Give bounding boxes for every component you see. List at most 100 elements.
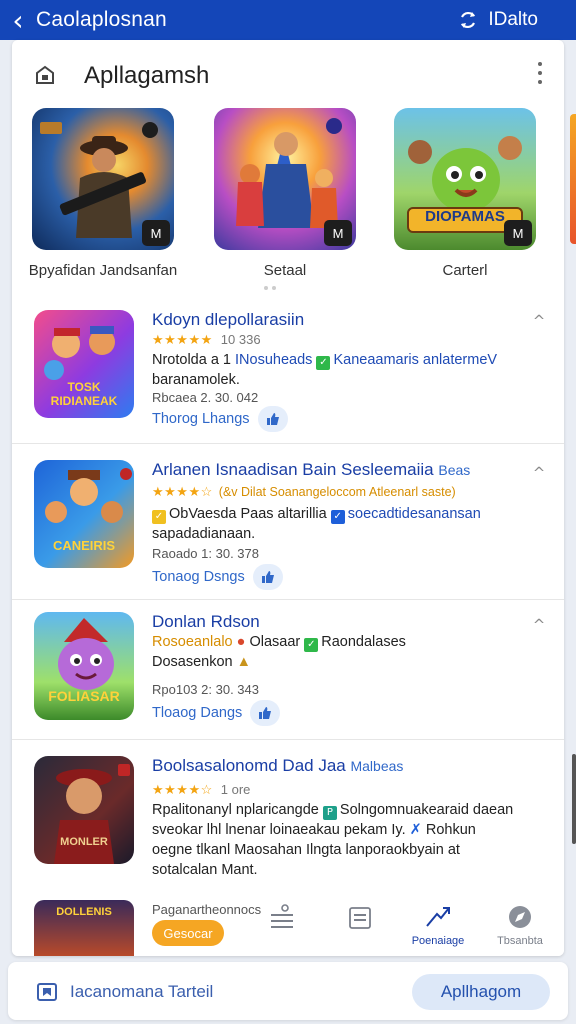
rating: ★★★★☆ (&v Dilat Soanangeloccom Atleenarl … xyxy=(152,484,456,500)
nav-item-documents[interactable] xyxy=(328,904,392,935)
scrollbar[interactable] xyxy=(572,754,576,844)
app-description: Rosoeanlalo ● Olasaar ✓ Raondalases Dosas… xyxy=(152,632,547,672)
featured-thumbnail[interactable]: M xyxy=(214,108,356,250)
nav-item-list[interactable] xyxy=(250,904,314,935)
chevron-left-icon: ‹ xyxy=(12,3,24,37)
thumbs-up-icon[interactable] xyxy=(250,700,281,726)
partial-row-text: Paganartheonnocs xyxy=(152,902,262,917)
app-list: TOSK RIDIANEAK Kdoyn dlepollarasiin ★★★★… xyxy=(12,302,564,900)
list-item[interactable]: CANEIRIS Arlanen Isnaadisan Bain Sesleem… xyxy=(12,444,564,600)
artwork-text: CANEIRIS xyxy=(52,538,116,553)
review-count: 10 336 xyxy=(220,332,261,347)
thumbs-up-icon[interactable] xyxy=(257,406,288,432)
review-count: 1 ore xyxy=(220,782,251,797)
thumbs-up-icon[interactable] xyxy=(252,564,283,590)
fire-icon: ● xyxy=(236,634,246,650)
artwork-text: DOLLENIS xyxy=(56,906,112,918)
app-icon[interactable]: TOSK RIDIANEAK xyxy=(34,310,134,418)
desc-text: Solngomnuakearaid daean xyxy=(339,802,514,818)
trending-link[interactable]: Tonaog Dsngs xyxy=(152,564,283,590)
app-name[interactable]: Arlanen Isnaadisan Bain Sesleemaiia Beas xyxy=(152,460,470,480)
featured-item[interactable]: DIOPAMAS M Carterl xyxy=(390,108,540,279)
chevron-up-icon[interactable]: ^ xyxy=(530,464,548,482)
badge-icon: M xyxy=(142,220,170,246)
app-name[interactable]: Donlan Rdson xyxy=(152,612,260,632)
pin-icon: ✗ xyxy=(409,822,422,838)
app-description: Rpalitonanyl nplaricangde P Solngomnuakea… xyxy=(152,800,547,880)
footer-link[interactable]: Iacanomana Tarteil xyxy=(70,982,213,1002)
featured-thumbnail[interactable]: DIOPAMAS M xyxy=(394,108,536,250)
featured-item[interactable]: M Bpyafidan Jandsanfan xyxy=(28,108,178,279)
app-icon[interactable]: MONLER xyxy=(34,756,134,864)
rating-note: (&v Dilat Soanangeloccom Atleenarl saste… xyxy=(218,485,456,499)
check-icon: ✓ xyxy=(152,510,166,524)
nav-item-share[interactable]: Poenaiage xyxy=(406,904,470,947)
star-icons: ★★★★☆ xyxy=(152,484,213,499)
rating: ★★★★★ 10 336 xyxy=(152,332,261,348)
list-item[interactable]: TOSK RIDIANEAK Kdoyn dlepollarasiin ★★★★… xyxy=(12,302,564,444)
section-header: Apllagamsh xyxy=(12,40,564,110)
desc-highlight: Kaneaamaris anlatermeV xyxy=(333,352,498,368)
list-item[interactable]: MONLER Boolsasalonomd Dad Jaa Malbeas ★★… xyxy=(12,740,564,900)
trending-link[interactable]: Tloaog Dangs xyxy=(152,700,281,726)
apply-button[interactable]: Apllhagom xyxy=(412,974,550,1010)
app-name-suffix: Beas xyxy=(438,462,471,478)
carousel-indicator xyxy=(264,286,276,290)
featured-item[interactable]: M Setaal xyxy=(210,108,360,279)
artwork-text: MONLER xyxy=(60,836,108,848)
back-button[interactable]: ‹ xyxy=(0,0,36,40)
more-vertical-icon[interactable] xyxy=(538,62,544,84)
app-name-text: Boolsasalonomd Dad Jaa xyxy=(152,756,346,775)
check-icon: ✓ xyxy=(316,356,331,370)
account-label[interactable]: IDalto xyxy=(488,9,538,31)
trending-link[interactable]: Thorog Lhangs xyxy=(152,406,288,432)
featured-caption: Setaal xyxy=(263,262,307,279)
desc-text: sotalcalan Mant. xyxy=(152,862,258,878)
rating-note: Rosoeanlalo xyxy=(152,634,233,650)
category-pill[interactable]: Gesocar xyxy=(152,920,224,946)
app-name[interactable]: Kdoyn dlepollarasiin xyxy=(152,310,304,330)
desc-text: Olasaar xyxy=(249,634,301,650)
desc-text: Dosasenkon xyxy=(152,654,233,670)
app-meta: Rbcaea 2. 30. 042 xyxy=(152,390,259,405)
desc-highlight: INosuheads xyxy=(235,352,313,368)
badge-icon: M xyxy=(504,220,532,246)
chevron-up-icon[interactable]: ^ xyxy=(530,616,548,634)
featured-thumbnail[interactable]: M xyxy=(32,108,174,250)
featured-caption: Carterl xyxy=(442,262,488,279)
apps-card: Apllagamsh M Bpyafidan Jandsanfan M Seta… xyxy=(12,40,564,956)
nav-label: Tbsanbta xyxy=(497,935,543,947)
link-label: Thorog Lhangs xyxy=(152,411,250,427)
app-icon[interactable]: FOLIASAR xyxy=(34,612,134,720)
desc-highlight: soecadtidesanansan xyxy=(347,506,481,522)
app-icon[interactable]: CANEIRIS xyxy=(34,460,134,568)
check-icon: P xyxy=(322,806,337,820)
app-name[interactable]: Boolsasalonomd Dad Jaa Malbeas xyxy=(152,756,403,776)
desc-text: baranamolek. xyxy=(152,372,240,388)
badge-icon: M xyxy=(324,220,352,246)
featured-carousel[interactable]: M Bpyafidan Jandsanfan M Setaal DIOPAMAS… xyxy=(12,108,564,288)
nav-item-explore[interactable]: Tbsanbta xyxy=(488,904,552,947)
chevron-up-icon[interactable]: ^ xyxy=(530,312,548,330)
sync-icon[interactable] xyxy=(456,8,480,32)
link-label: Tonaog Dsngs xyxy=(152,569,245,585)
desc-text: Raondalases xyxy=(321,634,406,650)
star-icons: ★★★★☆ xyxy=(152,782,213,797)
app-description: ✓ ObVaesda Paas altarillia ✓ soecadtidesan… xyxy=(152,504,547,544)
app-description: Nrotolda a 1 INosuheads ✓ Kaneaamaris anl… xyxy=(152,350,547,390)
app-icon[interactable]: DOLLENIS xyxy=(34,900,134,956)
compass-icon xyxy=(509,906,531,928)
rating: ★★★★☆ 1 ore xyxy=(152,782,250,798)
desc-text: sveokar lhl lnenar loinaeakau pekam Iy. xyxy=(152,822,406,838)
app-name-text: Arlanen Isnaadisan Bain Sesleemaiia xyxy=(152,460,434,479)
footer-bar: Iacanomana Tarteil Apllhagom xyxy=(8,962,568,1020)
trophy-icon: ▲ xyxy=(236,654,251,670)
account-area[interactable]: IDalto xyxy=(456,0,538,40)
bottom-navigation: DOLLENIS Paganartheonnocs Gesocar Poenai… xyxy=(12,898,564,956)
desc-text: Rpalitonanyl nplaricangde xyxy=(152,802,319,818)
list-item[interactable]: FOLIASAR Donlan Rdson Rosoeanlalo ● Olas… xyxy=(12,600,564,740)
document-icon xyxy=(349,907,371,929)
section-title: Apllagamsh xyxy=(84,62,210,89)
desc-text: ObVaesda Paas altarillia xyxy=(169,506,327,522)
check-icon: ✓ xyxy=(304,638,319,652)
